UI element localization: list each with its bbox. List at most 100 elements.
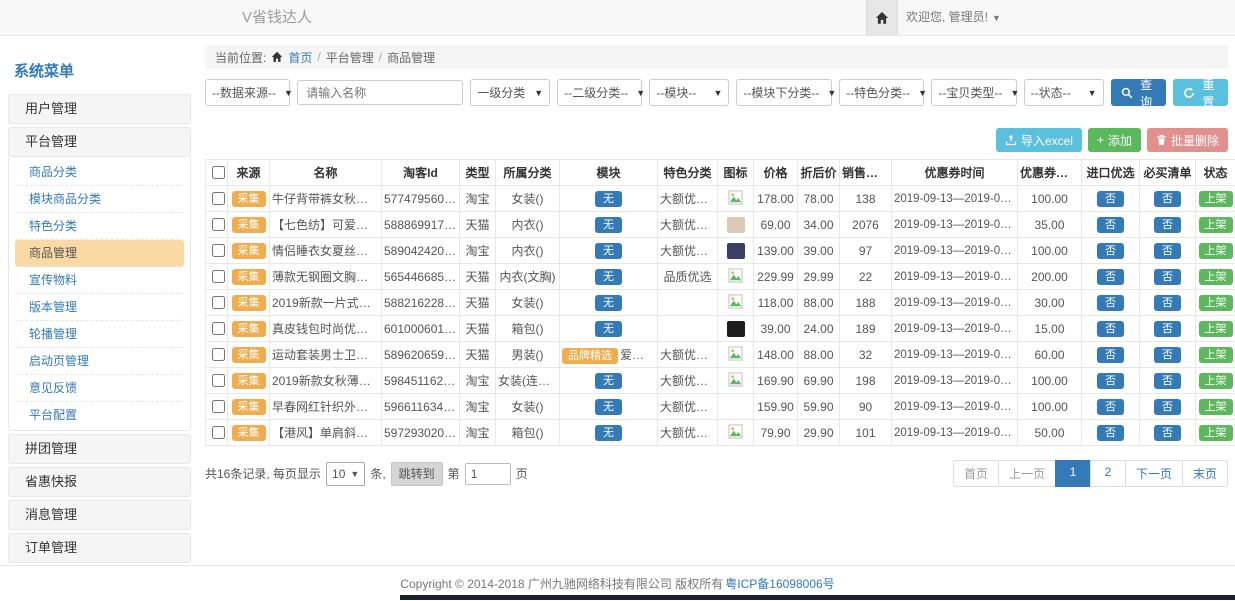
name-search-input[interactable]: [297, 80, 463, 105]
filter-select-2[interactable]: 一级分类▼: [470, 79, 550, 106]
sidebar-subitem-6[interactable]: 轮播管理: [15, 321, 184, 348]
select-all-checkbox[interactable]: [212, 166, 225, 179]
filter-select-6[interactable]: --特色分类--▼: [839, 79, 924, 106]
sidebar-subitem-5[interactable]: 版本管理: [15, 294, 184, 321]
status-button[interactable]: 上架: [1199, 425, 1233, 441]
imported-toggle-button[interactable]: 否: [1097, 347, 1124, 363]
must-buy-toggle-button[interactable]: 否: [1154, 295, 1181, 311]
icp-link[interactable]: 粤ICP备16098006号: [725, 575, 834, 592]
module-badge[interactable]: 无: [595, 217, 622, 233]
breadcrumb-prefix: 当前位置:: [215, 49, 266, 66]
module-badge[interactable]: 无: [595, 191, 622, 207]
sidebar-subitem-7[interactable]: 启动页管理: [15, 348, 184, 375]
row-checkbox[interactable]: [212, 296, 225, 309]
status-button[interactable]: 上架: [1199, 399, 1233, 415]
imported-toggle-button[interactable]: 否: [1097, 399, 1124, 415]
sidebar-subitem-2[interactable]: 特色分类: [15, 213, 184, 240]
jump-post-text: 页: [516, 465, 528, 482]
imported-toggle-button[interactable]: 否: [1097, 425, 1124, 441]
sidebar-subitem-8[interactable]: 意见反馈: [15, 375, 184, 402]
row-checkbox[interactable]: [212, 348, 225, 361]
user-menu[interactable]: 欢迎您, 管理员!▼: [906, 0, 1001, 36]
sidebar-item-4[interactable]: 消息管理: [8, 500, 191, 530]
imported-toggle-button[interactable]: 否: [1097, 191, 1124, 207]
status-button[interactable]: 上架: [1199, 295, 1233, 311]
pager-button-1[interactable]: 1: [1055, 460, 1091, 487]
row-checkbox[interactable]: [212, 218, 225, 231]
pager-button-2[interactable]: 2: [1090, 460, 1126, 487]
cell-category: 女装(): [496, 186, 560, 212]
sidebar-subitem-1[interactable]: 模块商品分类: [15, 186, 184, 213]
sidebar-subitem-0[interactable]: 商品分类: [15, 159, 184, 186]
pager-button-末页[interactable]: 末页: [1182, 460, 1228, 487]
filter-select-8[interactable]: --状态--▼: [1024, 79, 1104, 106]
module-badge[interactable]: 无: [595, 243, 622, 259]
sidebar-item-0[interactable]: 用户管理: [8, 94, 191, 124]
must-buy-toggle-button[interactable]: 否: [1154, 399, 1181, 415]
must-buy-toggle-button[interactable]: 否: [1154, 217, 1181, 233]
status-button[interactable]: 上架: [1199, 373, 1233, 389]
row-checkbox[interactable]: [212, 244, 225, 257]
cell-sales: 97: [840, 238, 892, 264]
filter-select-4[interactable]: --模块--▼: [649, 79, 729, 106]
status-button[interactable]: 上架: [1199, 243, 1233, 259]
must-buy-toggle-button[interactable]: 否: [1154, 243, 1181, 259]
imported-toggle-button[interactable]: 否: [1097, 269, 1124, 285]
imported-toggle-button[interactable]: 否: [1097, 321, 1124, 337]
row-checkbox[interactable]: [212, 374, 225, 387]
must-buy-toggle-button[interactable]: 否: [1154, 269, 1181, 285]
must-buy-toggle-button[interactable]: 否: [1154, 347, 1181, 363]
filter-select-3[interactable]: --二级分类--▼: [557, 79, 642, 106]
row-checkbox[interactable]: [212, 192, 225, 205]
sidebar-item-5[interactable]: 订单管理: [8, 533, 191, 563]
module-badge[interactable]: 无: [595, 295, 622, 311]
module-badge[interactable]: 无: [595, 399, 622, 415]
module-badge[interactable]: 品牌精选: [562, 348, 618, 364]
query-button[interactable]: 查询: [1111, 79, 1166, 106]
pager-button-下一页[interactable]: 下一页: [1125, 460, 1183, 487]
home-button[interactable]: [866, 0, 898, 35]
sidebar-item-3[interactable]: 省惠快报: [8, 467, 191, 497]
import-excel-button[interactable]: 导入excel: [996, 128, 1082, 152]
status-button[interactable]: 上架: [1199, 269, 1233, 285]
pager-button-上一页[interactable]: 上一页: [998, 460, 1056, 487]
imported-toggle-button[interactable]: 否: [1097, 373, 1124, 389]
status-button[interactable]: 上架: [1199, 191, 1233, 207]
pager-button-首页[interactable]: 首页: [953, 460, 999, 487]
imported-toggle-button[interactable]: 否: [1097, 295, 1124, 311]
jump-button[interactable]: 跳转到: [391, 462, 443, 486]
module-badge[interactable]: 无: [595, 269, 622, 285]
row-checkbox[interactable]: [212, 270, 225, 283]
must-buy-toggle-button[interactable]: 否: [1154, 321, 1181, 337]
filter-select-7[interactable]: --宝贝类型--▼: [931, 79, 1016, 106]
must-buy-toggle-button[interactable]: 否: [1154, 425, 1181, 441]
row-checkbox[interactable]: [212, 400, 225, 413]
sidebar-subitem-9[interactable]: 平台配置: [15, 402, 184, 428]
sidebar-subitem-4[interactable]: 宣传物料: [15, 267, 184, 294]
breadcrumb-home-link[interactable]: 首页: [288, 49, 312, 66]
row-checkbox[interactable]: [212, 322, 225, 335]
filter-select-5[interactable]: --模块下分类--▼: [736, 79, 832, 106]
batch-delete-button[interactable]: 批量删除: [1147, 128, 1228, 152]
module-badge[interactable]: 无: [595, 373, 622, 389]
column-header-13: 进口优选: [1082, 160, 1140, 186]
sidebar-subitem-3[interactable]: 商品管理: [15, 240, 184, 267]
must-buy-toggle-button[interactable]: 否: [1154, 191, 1181, 207]
cell-category: 内衣(): [496, 238, 560, 264]
status-button[interactable]: 上架: [1199, 217, 1233, 233]
sidebar-item-2[interactable]: 拼团管理: [8, 434, 191, 464]
page-number-input[interactable]: [465, 463, 511, 485]
imported-toggle-button[interactable]: 否: [1097, 243, 1124, 259]
must-buy-toggle-button[interactable]: 否: [1154, 373, 1181, 389]
status-button[interactable]: 上架: [1199, 321, 1233, 337]
sidebar-item-1[interactable]: 平台管理: [8, 127, 191, 157]
imported-toggle-button[interactable]: 否: [1097, 217, 1124, 233]
filter-select-0[interactable]: --数据来源--▼: [205, 79, 290, 106]
status-button[interactable]: 上架: [1199, 347, 1233, 363]
module-badge[interactable]: 无: [595, 321, 622, 337]
add-button[interactable]: + 添加: [1088, 128, 1141, 152]
reset-button[interactable]: 重置: [1173, 79, 1228, 106]
module-badge[interactable]: 无: [595, 425, 622, 441]
row-checkbox[interactable]: [212, 426, 225, 439]
page-size-select[interactable]: 10 ▼: [326, 462, 365, 486]
